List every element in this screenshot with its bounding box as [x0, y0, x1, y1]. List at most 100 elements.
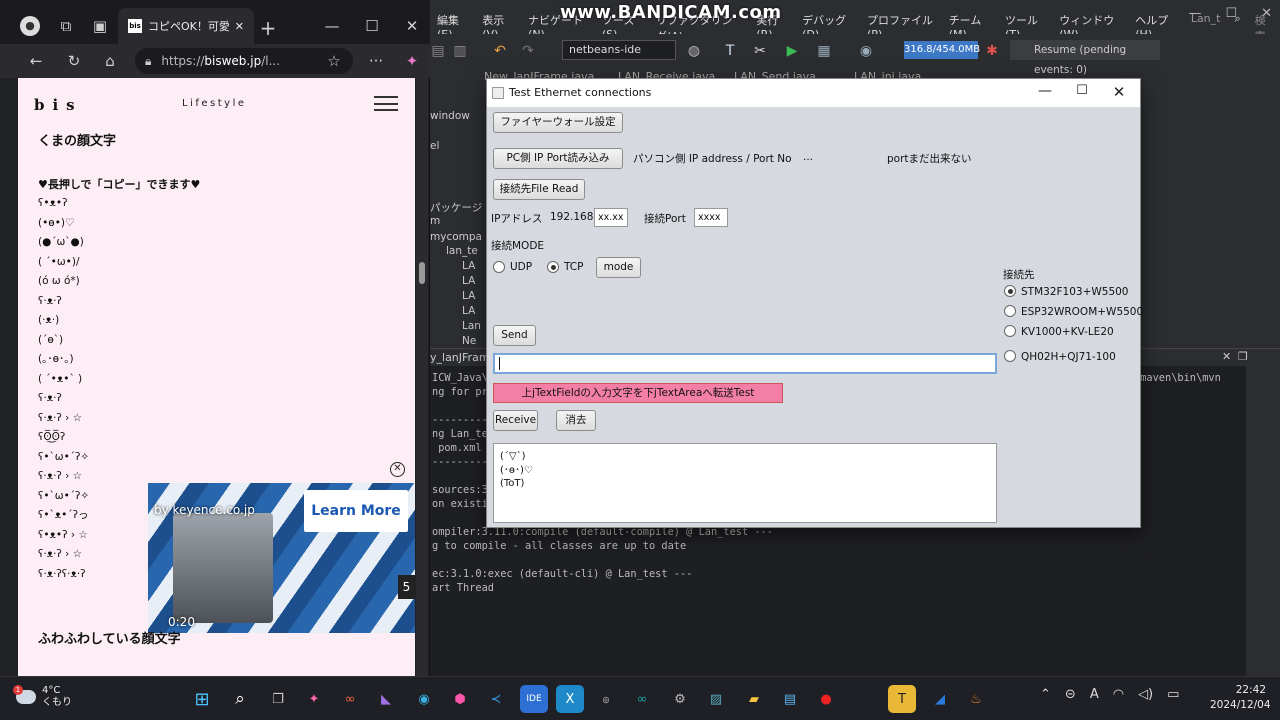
close-window-icon[interactable]: ✕ [400, 14, 424, 38]
kaomoji-item[interactable]: (´ө`) [38, 331, 378, 351]
recorder-icon[interactable]: ● [812, 685, 840, 713]
settings-icon[interactable]: ⚙ [666, 685, 694, 713]
kaomoji-item[interactable]: (｡･ө･｡) [38, 350, 378, 370]
menu-view[interactable]: 表示(V) [475, 8, 521, 41]
home-icon[interactable]: ⌂ [98, 49, 122, 73]
hamburger-menu-icon[interactable] [374, 96, 398, 111]
mode-button[interactable]: mode [596, 257, 641, 278]
reload-icon[interactable]: ↻ [62, 49, 86, 73]
site-logo[interactable]: bis [34, 96, 83, 114]
ad-close-icon[interactable]: ✕ [390, 462, 405, 477]
kaomoji-item[interactable]: (●´ω`●) [38, 233, 378, 253]
resume-button[interactable]: Resume (pending events: 0) [1010, 40, 1160, 76]
maximize-icon[interactable]: ☐ [360, 14, 384, 38]
file-explorer-icon[interactable]: ▰ [740, 685, 768, 713]
kaomoji-item[interactable]: ʕ·ᴥ·ʔ [38, 292, 378, 312]
kaomoji-item[interactable]: (•ө•)♡ [38, 214, 378, 234]
run-icon[interactable]: ▶ [784, 43, 800, 59]
kaomoji-item[interactable]: (·ᴥ·) [38, 311, 378, 331]
kaomoji-item-selected[interactable]: ʕ•ᴥ•ʔ [38, 197, 67, 209]
menu-debug[interactable]: デバッグ(D) [795, 8, 860, 41]
ip-suffix-field[interactable]: xx.xx [594, 208, 628, 227]
workspaces-icon[interactable]: ⧉ [54, 14, 78, 38]
excel-like-icon[interactable]: X [556, 685, 584, 713]
file-read-button[interactable]: 接続先File Read [493, 179, 585, 200]
edge-icon[interactable]: ◉ [410, 685, 438, 713]
ide-maximize-icon[interactable]: ☐ [1225, 6, 1237, 21]
favorite-star-icon[interactable]: ☆ [322, 49, 346, 73]
game-app-icon[interactable]: ∞ [336, 685, 364, 713]
weather-widget[interactable]: 1 4°C くもり [13, 685, 72, 709]
tray-app-icon[interactable]: ⊝ [1065, 687, 1076, 702]
memory-indicator[interactable]: 316.8/454.0MB [904, 41, 980, 59]
profile-avatar-icon[interactable]: ● [20, 16, 40, 36]
close-tab-icon[interactable]: ✕ [235, 20, 244, 33]
page-scrollbar-thumb[interactable] [419, 262, 425, 284]
java-file-item[interactable]: Ne [462, 335, 476, 347]
start-icon[interactable]: ⊞ [188, 685, 216, 713]
config-combo[interactable]: netbeans-ide [562, 40, 676, 60]
save-all-icon[interactable]: ▤ [430, 43, 446, 59]
menu-help[interactable]: ヘルプ(H) [1128, 8, 1184, 41]
clock[interactable]: 22:42 2024/12/04 [1210, 683, 1271, 713]
kaomoji-item[interactable]: ʕʘ̅͜ʘ̅ʔ [38, 428, 378, 448]
clear-button[interactable]: 消去 [556, 410, 596, 431]
task-view-icon[interactable]: ❐ [264, 685, 292, 713]
dialog-maximize-icon[interactable]: ☐ [1072, 83, 1092, 103]
gc-icon[interactable]: ✱ [984, 43, 1000, 59]
tree-item[interactable]: lan_te [446, 245, 478, 257]
tree-item[interactable]: el [430, 140, 439, 152]
debug-icon[interactable]: ▦ [816, 43, 832, 59]
browser-tab-active[interactable]: bis コピペOK！可愛い ✕ [118, 8, 254, 44]
udp-radio[interactable] [493, 261, 505, 273]
transfer-test-button[interactable]: 上jTextFieldの入力文字を下jTextAreaへ転送Test [493, 383, 783, 403]
jtextarea[interactable]: (´▽`) (･ө･)♡ (ToT) [493, 443, 997, 523]
target-radio-kv1000[interactable] [1004, 325, 1016, 337]
output-restore-icon[interactable]: ❐ [1238, 350, 1248, 363]
ide-minimize-icon[interactable]: — [1188, 6, 1201, 21]
menu-profile[interactable]: プロファイル(P) [860, 8, 942, 41]
firewall-settings-button[interactable]: ファイヤーウォール設定 [493, 112, 623, 133]
notepad-icon[interactable]: ▤ [776, 685, 804, 713]
profile-icon[interactable]: ◉ [858, 43, 874, 59]
build-hammer-icon[interactable]: T [722, 43, 738, 59]
target-radio-stm32[interactable] [1004, 285, 1016, 297]
target-radio-qh02h[interactable] [1004, 350, 1016, 362]
open-project-icon[interactable]: ▥ [452, 43, 468, 59]
tcp-radio[interactable] [547, 261, 559, 273]
new-tab-icon[interactable]: + [256, 16, 280, 40]
visual-studio-icon[interactable]: ◣ [372, 685, 400, 713]
kaomoji-item[interactable]: ( ´•ᴥ•` ) [38, 370, 378, 390]
kaomoji-item[interactable]: ʕ•`ω•´ʔ✧ [38, 448, 378, 468]
learn-more-button[interactable]: Learn More [304, 490, 408, 532]
video-ad[interactable]: by keyence.co.jp Learn More 0:20 5 [148, 483, 415, 633]
send-button[interactable]: Send [493, 325, 536, 346]
rpa-icon[interactable]: ◎ [592, 685, 620, 713]
target-radio-esp32[interactable] [1004, 305, 1016, 317]
kaomoji-item[interactable]: ʕ·ᴥ·ʔ › ☆ [38, 409, 378, 429]
undo-icon[interactable]: ↶ [492, 43, 508, 59]
more-menu-icon[interactable]: ··· [364, 49, 388, 73]
tray-overflow-icon[interactable]: ⌃ [1040, 687, 1051, 702]
tree-item[interactable]: window [430, 110, 470, 122]
jtextfield-input[interactable] [493, 353, 997, 374]
receive-button[interactable]: Receive [493, 410, 538, 431]
menu-tools[interactable]: ツール(T) [998, 8, 1052, 41]
output-scrollbar[interactable] [1252, 366, 1264, 676]
address-bar[interactable]: 🔒︎ https://bisweb.jp/l... [135, 48, 353, 74]
java-file-item[interactable]: LA [462, 275, 475, 287]
menu-window[interactable]: ウィンドウ(W) [1052, 8, 1128, 41]
back-arrow-icon[interactable]: ← [24, 49, 48, 73]
port-field[interactable]: xxxx [694, 208, 728, 227]
dialog-minimize-icon[interactable]: — [1035, 83, 1055, 103]
pc-ip-port-read-button[interactable]: PC側 IP Port読み込み [493, 148, 623, 169]
search-icon[interactable]: ⌕ [226, 685, 254, 713]
app-hex-icon[interactable]: ⬢ [446, 685, 474, 713]
redo-icon[interactable]: ↷ [520, 43, 536, 59]
globe-icon[interactable]: ◍ [686, 43, 702, 59]
kaomoji-item[interactable]: (ó ω ó*) [38, 272, 378, 292]
intellij-icon[interactable]: IDE [520, 685, 548, 713]
java-file-item[interactable]: Lan [462, 320, 481, 332]
copilot-icon[interactable]: ✦ [300, 685, 328, 713]
battery-icon[interactable]: ▭ [1167, 687, 1179, 702]
